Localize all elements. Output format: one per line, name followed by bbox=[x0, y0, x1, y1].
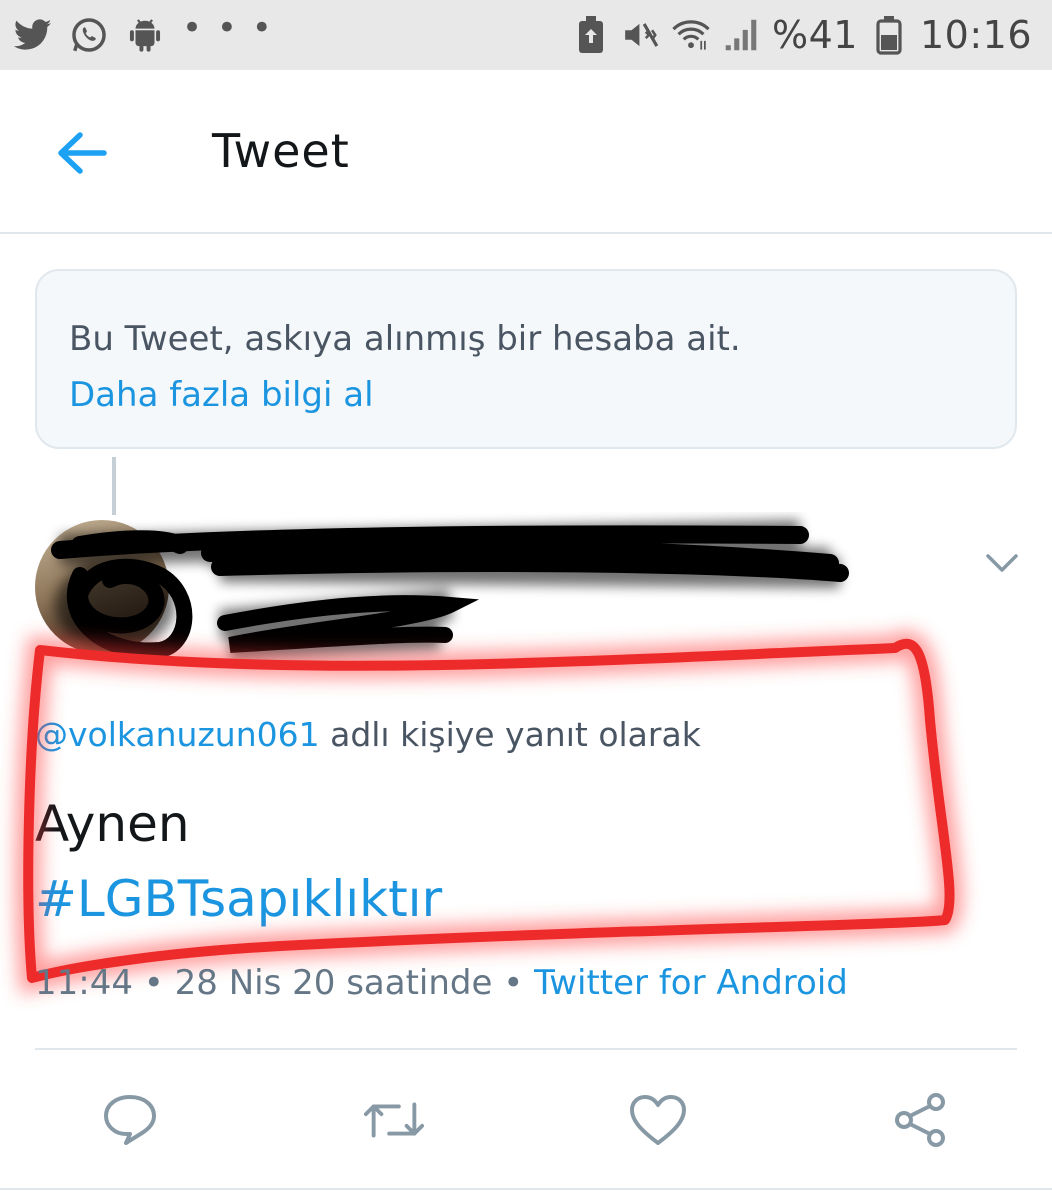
tweet-source-link[interactable]: Twitter for Android bbox=[534, 963, 848, 1003]
retweet-icon bbox=[363, 1102, 425, 1138]
notice-text: Bu Tweet, askıya alınmış bir hesaba ait. bbox=[69, 319, 741, 359]
status-bar: • • • %41 10:16 bbox=[0, 0, 1052, 70]
tweet-text: Aynen bbox=[35, 795, 190, 853]
android-icon bbox=[126, 16, 164, 54]
reply-suffix: adlı kişiye yanıt olarak bbox=[319, 715, 701, 754]
hashtag-link[interactable]: #LGBTsapıklıktır bbox=[35, 870, 442, 928]
bottom-divider bbox=[0, 1188, 1052, 1190]
twitter-icon bbox=[14, 16, 52, 54]
retweet-button[interactable] bbox=[362, 1088, 426, 1152]
share-icon bbox=[895, 1093, 945, 1147]
reply-mention-link[interactable]: @volkanuzun061 bbox=[35, 715, 320, 754]
page-title: Tweet bbox=[212, 124, 350, 178]
whatsapp-icon bbox=[70, 16, 108, 54]
redaction-scribble bbox=[51, 520, 849, 660]
share-button[interactable] bbox=[888, 1088, 952, 1152]
back-button[interactable] bbox=[52, 128, 112, 178]
arrow-left-icon bbox=[58, 132, 107, 174]
tweet-timestamp: 11:44 • 28 Nis 20 saatinde • bbox=[35, 963, 535, 1003]
wifi-icon bbox=[672, 16, 710, 54]
like-icon bbox=[630, 1095, 686, 1145]
divider bbox=[35, 1048, 1017, 1050]
learn-more-link[interactable]: Daha fazla bilgi al bbox=[69, 367, 983, 423]
reply-context: @volkanuzun061 adlı kişiye yanıt olarak bbox=[35, 715, 701, 754]
tweet-menu-button[interactable] bbox=[984, 548, 1020, 578]
more-notifications: • • • bbox=[182, 8, 274, 48]
mute-vibrate-icon bbox=[622, 16, 660, 54]
battery-percent: %41 bbox=[772, 13, 858, 57]
reply-icon bbox=[104, 1095, 156, 1145]
reply-button[interactable] bbox=[98, 1088, 162, 1152]
battery-saver-icon bbox=[572, 16, 610, 54]
status-bar-system: %41 10:16 bbox=[572, 12, 1032, 58]
battery-icon bbox=[870, 16, 908, 55]
like-button[interactable] bbox=[626, 1088, 690, 1152]
tweet-meta: 11:44 • 28 Nis 20 saatinde • Twitter for… bbox=[35, 963, 848, 1003]
clock: 10:16 bbox=[919, 13, 1032, 57]
signal-icon bbox=[722, 16, 760, 54]
suspended-tweet-notice: Bu Tweet, askıya alınmış bir hesaba ait.… bbox=[35, 269, 1017, 449]
app-bar: Tweet bbox=[0, 70, 1052, 234]
status-bar-notifications: • • • bbox=[14, 8, 274, 58]
chevron-down-icon bbox=[986, 554, 1018, 572]
